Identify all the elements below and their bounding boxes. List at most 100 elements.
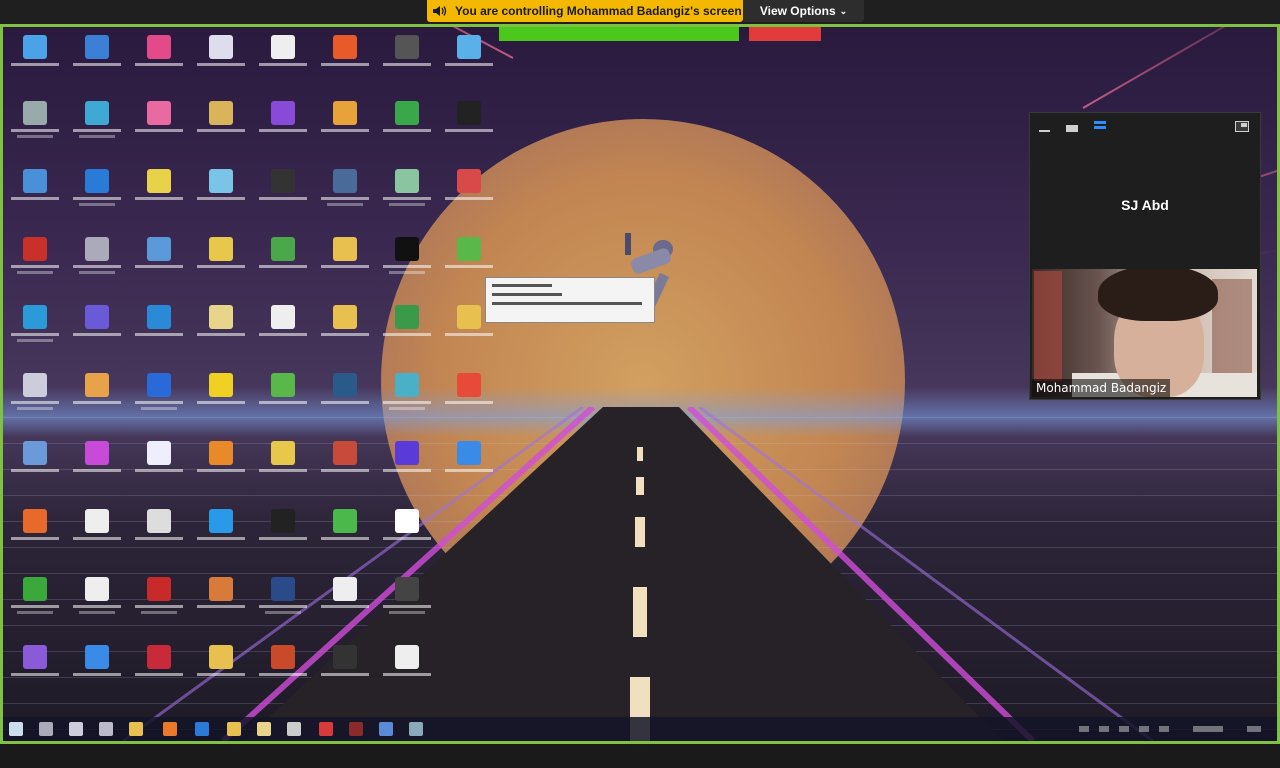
- desktop-icon[interactable]: [321, 33, 369, 89]
- desktop-icon[interactable]: [259, 371, 307, 427]
- desktop-icon[interactable]: [383, 167, 431, 223]
- desktop-icon[interactable]: [11, 575, 59, 631]
- desktop-icon[interactable]: [73, 167, 121, 223]
- desktop-icon[interactable]: [383, 439, 431, 495]
- desktop-icon[interactable]: [73, 235, 121, 291]
- desktop-icon[interactable]: [383, 235, 431, 291]
- start-icon[interactable]: [9, 722, 23, 736]
- desktop-icon[interactable]: [197, 575, 245, 631]
- desktop-icon[interactable]: [321, 575, 369, 631]
- desktop-icon[interactable]: [321, 507, 369, 563]
- desktop-icon[interactable]: [135, 235, 183, 291]
- desktop-icon[interactable]: [259, 99, 307, 155]
- desktop-icon[interactable]: [445, 371, 493, 427]
- taskbar-app-icon[interactable]: [99, 722, 113, 736]
- desktop-icon[interactable]: [321, 643, 369, 699]
- desktop-icon[interactable]: [383, 99, 431, 155]
- remote-stop-button[interactable]: [749, 27, 821, 41]
- desktop-icon[interactable]: [259, 643, 307, 699]
- desktop-icon[interactable]: [135, 439, 183, 495]
- desktop-icon[interactable]: [135, 643, 183, 699]
- desktop-icon[interactable]: [321, 439, 369, 495]
- desktop-icon[interactable]: [73, 99, 121, 155]
- desktop-icon[interactable]: [197, 439, 245, 495]
- taskbar-app-icon[interactable]: [227, 722, 241, 736]
- taskview-icon[interactable]: [69, 722, 83, 736]
- tray-icon[interactable]: [1079, 726, 1089, 732]
- desktop-icon[interactable]: [197, 303, 245, 359]
- notification-icon[interactable]: [1247, 726, 1261, 732]
- remote-control-toolbar[interactable]: [499, 27, 739, 41]
- desktop-icon[interactable]: [73, 303, 121, 359]
- desktop-icon[interactable]: [197, 99, 245, 155]
- search-icon[interactable]: [39, 722, 53, 736]
- desktop-icon[interactable]: [73, 507, 121, 563]
- participant-video-tile[interactable]: Mohammad Badangiz: [1032, 269, 1257, 397]
- desktop-icon[interactable]: [135, 303, 183, 359]
- desktop-icon[interactable]: [11, 643, 59, 699]
- desktop-icon[interactable]: [135, 507, 183, 563]
- desktop-icon[interactable]: [321, 303, 369, 359]
- desktop-icon[interactable]: [383, 507, 431, 563]
- desktop-icon[interactable]: [197, 643, 245, 699]
- desktop-icon[interactable]: [11, 371, 59, 427]
- desktop-icon[interactable]: [445, 99, 493, 155]
- desktop-icon[interactable]: [11, 303, 59, 359]
- minimize-icon[interactable]: [1039, 130, 1050, 132]
- desktop-icon[interactable]: [11, 507, 59, 563]
- desktop-icon[interactable]: [11, 235, 59, 291]
- desktop-icon[interactable]: [11, 439, 59, 495]
- taskbar-app-icon[interactable]: [319, 722, 333, 736]
- desktop-icon[interactable]: [383, 575, 431, 631]
- taskbar-app-icon[interactable]: [409, 722, 423, 736]
- pop-out-icon[interactable]: [1235, 121, 1249, 132]
- taskbar-app-icon[interactable]: [195, 722, 209, 736]
- desktop-icon[interactable]: [73, 33, 121, 89]
- taskbar-app-icon[interactable]: [163, 722, 177, 736]
- desktop-icon[interactable]: [321, 235, 369, 291]
- desktop-icon[interactable]: [135, 99, 183, 155]
- desktop-icon[interactable]: [383, 33, 431, 89]
- speaker-view-icon[interactable]: [1094, 121, 1106, 131]
- desktop-icon[interactable]: [135, 33, 183, 89]
- desktop-icon[interactable]: [197, 33, 245, 89]
- taskbar-app-icon[interactable]: [349, 722, 363, 736]
- desktop-icon[interactable]: [11, 33, 59, 89]
- desktop-icon[interactable]: [259, 439, 307, 495]
- desktop-icon[interactable]: [73, 439, 121, 495]
- desktop-icon[interactable]: [73, 371, 121, 427]
- taskbar-app-icon[interactable]: [257, 722, 271, 736]
- desktop-icon[interactable]: [259, 575, 307, 631]
- desktop-icon[interactable]: [259, 33, 307, 89]
- desktop-icon[interactable]: [259, 303, 307, 359]
- desktop-icon[interactable]: [197, 507, 245, 563]
- clock[interactable]: [1193, 726, 1223, 732]
- tray-icon[interactable]: [1159, 726, 1169, 732]
- tray-icon[interactable]: [1119, 726, 1129, 732]
- gallery-icon[interactable]: [1066, 125, 1078, 132]
- desktop-icon[interactable]: [259, 235, 307, 291]
- desktop-icon[interactable]: [73, 643, 121, 699]
- taskbar-app-icon[interactable]: [129, 722, 143, 736]
- desktop-icon[interactable]: [383, 303, 431, 359]
- desktop-icon[interactable]: [135, 371, 183, 427]
- desktop-icon[interactable]: [383, 643, 431, 699]
- desktop-icon[interactable]: [321, 99, 369, 155]
- taskbar-app-icon[interactable]: [287, 722, 301, 736]
- desktop-icon[interactable]: [197, 167, 245, 223]
- taskbar-app-icon[interactable]: [379, 722, 393, 736]
- desktop-icon[interactable]: [135, 575, 183, 631]
- desktop-icon[interactable]: [197, 235, 245, 291]
- desktop-icon[interactable]: [11, 99, 59, 155]
- desktop-icon[interactable]: [73, 575, 121, 631]
- desktop-icon[interactable]: [259, 167, 307, 223]
- desktop-icon[interactable]: [135, 167, 183, 223]
- desktop-icon[interactable]: [383, 371, 431, 427]
- desktop-icon[interactable]: [445, 33, 493, 89]
- tray-icon[interactable]: [1139, 726, 1149, 732]
- desktop-icon[interactable]: [321, 167, 369, 223]
- view-options-button[interactable]: View Options ⌄: [743, 0, 864, 22]
- desktop-icon[interactable]: [445, 439, 493, 495]
- desktop-icon[interactable]: [321, 371, 369, 427]
- tray-icon[interactable]: [1099, 726, 1109, 732]
